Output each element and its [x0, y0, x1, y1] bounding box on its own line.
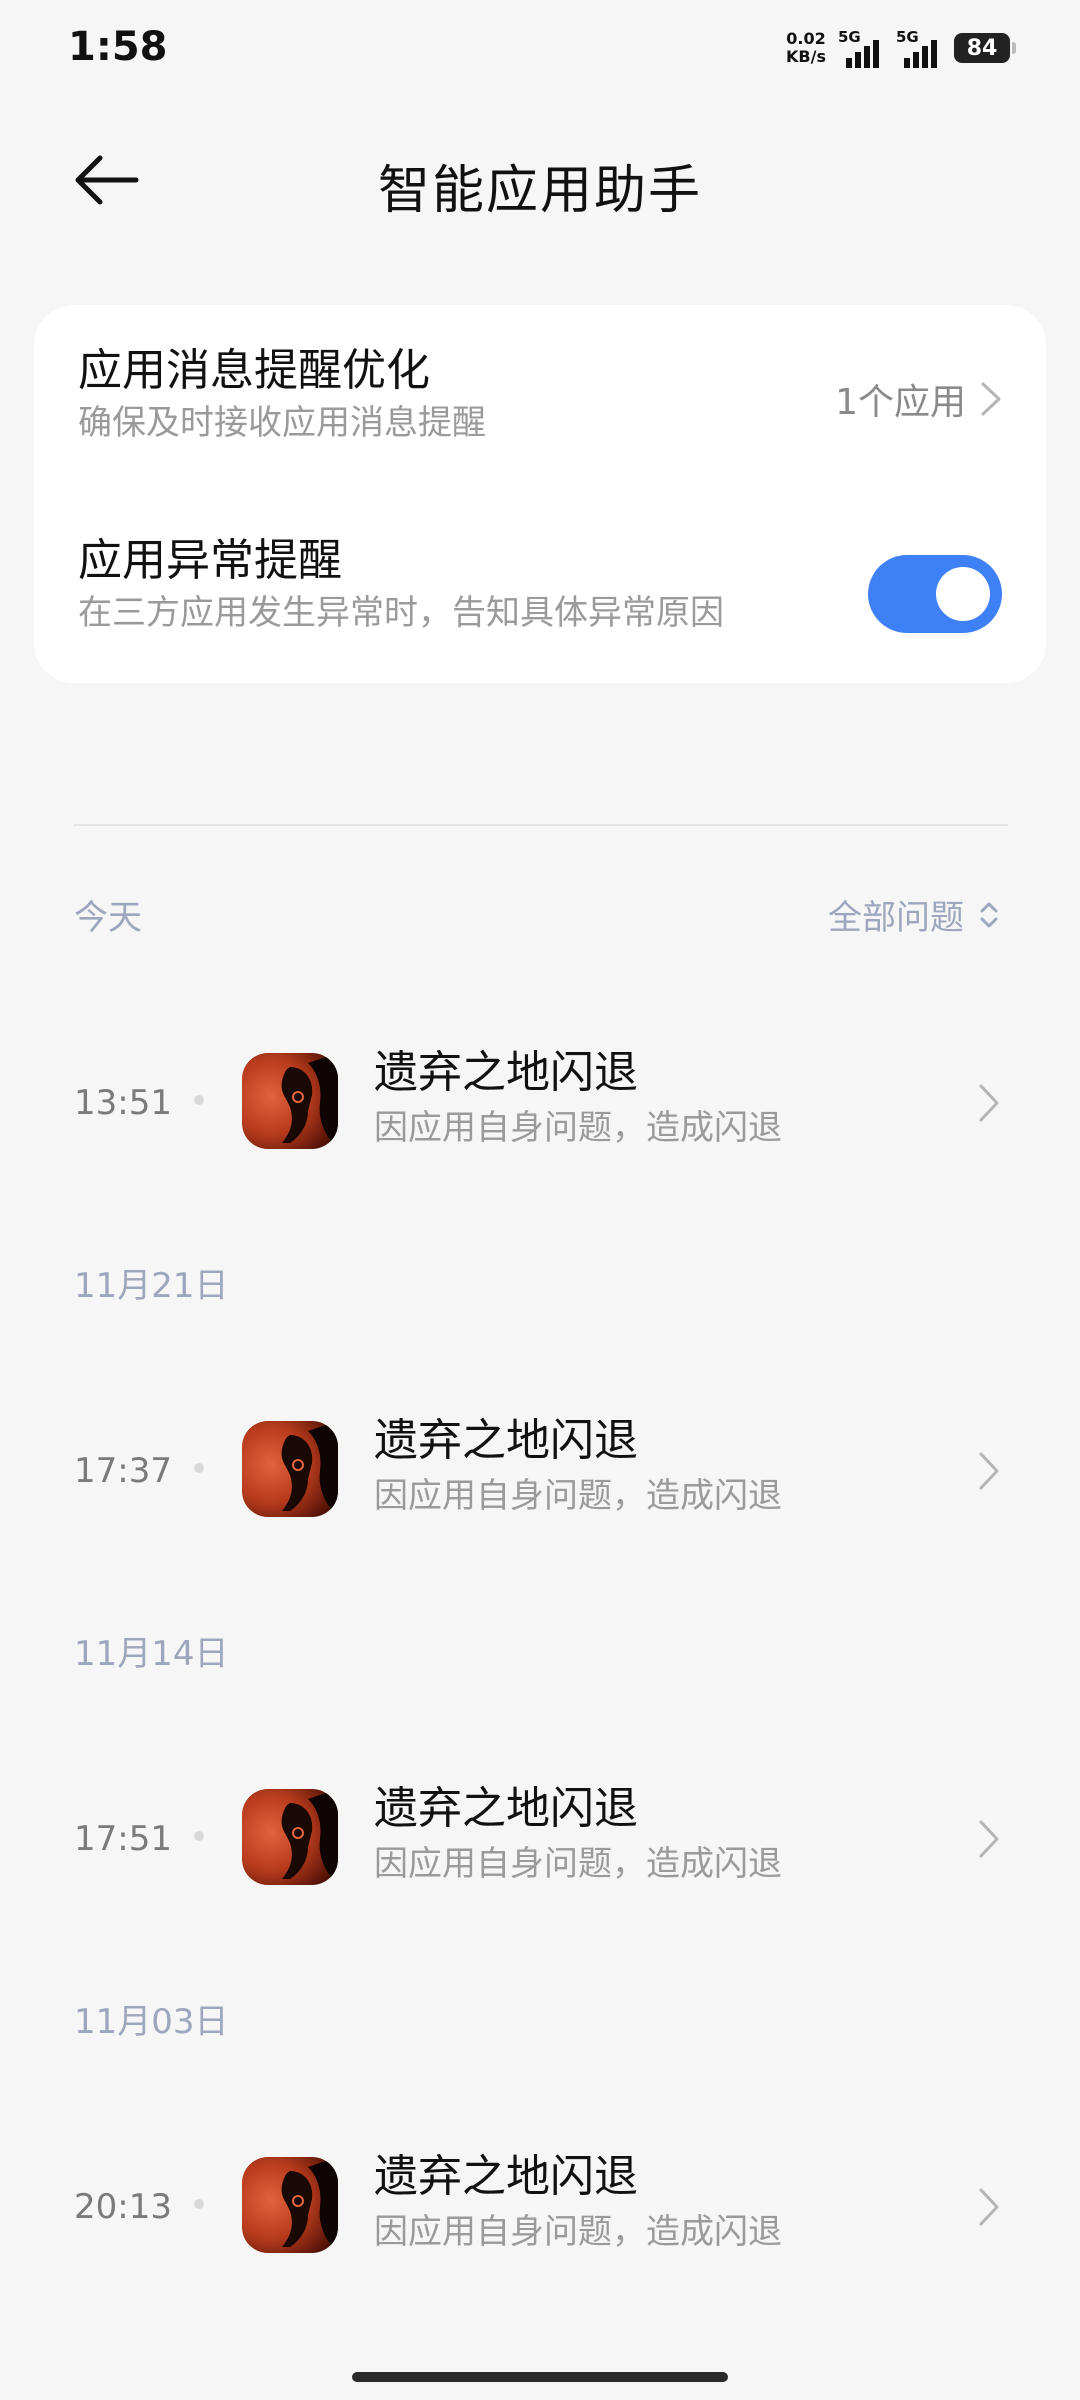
crash-event-item[interactable]: 17:37 遗弃之地闪退 因应用自身问题，造成闪退 — [74, 1413, 1004, 1523]
timeline-dot — [194, 1831, 204, 1841]
problem-filter[interactable]: 全部问题 — [828, 890, 1000, 939]
event-subtitle: 因应用自身问题，造成闪退 — [374, 2212, 782, 2252]
game-app-icon — [242, 2157, 338, 2253]
header: 智能应用助手 — [0, 130, 1080, 230]
chevron-right-icon — [981, 382, 1001, 416]
problem-filter-label: 全部问题 — [828, 898, 964, 938]
game-app-icon — [242, 1789, 338, 1885]
event-subtitle: 因应用自身问题，造成闪退 — [374, 1108, 782, 1148]
section-date: 11月21日 — [74, 1266, 229, 1306]
abnormal-alert-title: 应用异常提醒 — [78, 535, 342, 586]
event-subtitle: 因应用自身问题，造成闪退 — [374, 1844, 782, 1884]
battery-level: 84 — [966, 35, 998, 61]
signal-sim1-icon: 5G — [838, 28, 884, 68]
divider — [74, 824, 1008, 826]
timeline-dot — [194, 1095, 204, 1105]
event-title: 遗弃之地闪退 — [374, 1415, 638, 1466]
settings-card: 应用消息提醒优化 确保及时接收应用消息提醒 1个应用 应用异常提醒 在三方应用发… — [34, 305, 1046, 683]
event-title: 遗弃之地闪退 — [374, 1047, 638, 1098]
event-title: 遗弃之地闪退 — [374, 2151, 638, 2202]
game-app-icon — [242, 1053, 338, 1149]
sort-updown-icon — [980, 902, 998, 927]
chevron-right-icon — [979, 1084, 999, 1122]
crash-event-item[interactable]: 17:51 遗弃之地闪退 因应用自身问题，造成闪退 — [74, 1781, 1004, 1891]
timeline-dot — [194, 1463, 204, 1473]
app-count-label: 1个应用 — [835, 382, 966, 423]
abnormal-alert-subtitle: 在三方应用发生异常时，告知具体异常原因 — [78, 593, 724, 633]
event-title: 遗弃之地闪退 — [374, 1783, 638, 1834]
notify-optimization-value: 1个应用 — [835, 373, 1002, 425]
notify-optimization-row[interactable]: 应用消息提醒优化 确保及时接收应用消息提醒 1个应用 — [78, 343, 1002, 463]
status-bar: 1:58 0.02 KB/s 5G 5G 84 — [0, 0, 1080, 100]
abnormal-alert-toggle[interactable] — [868, 555, 1002, 633]
event-time: 17:37 — [74, 1451, 172, 1491]
signal-sim2-icon: 5G — [896, 28, 942, 68]
status-icons: 0.02 KB/s 5G 5G 84 — [786, 28, 1016, 68]
chevron-right-icon — [979, 2188, 999, 2226]
event-time: 17:51 — [74, 1819, 172, 1859]
abnormal-alert-row: 应用异常提醒 在三方应用发生异常时，告知具体异常原因 — [78, 533, 1002, 653]
crash-event-item[interactable]: 20:13 遗弃之地闪退 因应用自身问题，造成闪退 — [74, 2149, 1004, 2259]
chevron-right-icon — [979, 1820, 999, 1858]
event-subtitle: 因应用自身问题，造成闪退 — [374, 1476, 782, 1516]
toggle-knob — [936, 567, 990, 621]
status-time: 1:58 — [68, 24, 168, 70]
chevron-right-icon — [979, 1452, 999, 1490]
section-date: 11月14日 — [74, 1634, 229, 1674]
event-time: 13:51 — [74, 1083, 172, 1123]
timeline-dot — [194, 2199, 204, 2209]
network-speed-unit: KB/s — [786, 47, 826, 66]
game-app-icon — [242, 1421, 338, 1517]
section-date: 今天 — [74, 898, 142, 938]
crash-event-item[interactable]: 13:51 遗弃之地闪退 因应用自身问题，造成闪退 — [74, 1045, 1004, 1155]
battery-icon: 84 — [954, 33, 1016, 63]
network-speed-value: 0.02 — [786, 29, 826, 48]
event-time: 20:13 — [74, 2187, 172, 2227]
network-speed: 0.02 KB/s — [786, 30, 826, 66]
section-date: 11月03日 — [74, 2002, 229, 2042]
page-title: 智能应用助手 — [377, 161, 702, 221]
home-indicator[interactable] — [352, 2372, 728, 2382]
